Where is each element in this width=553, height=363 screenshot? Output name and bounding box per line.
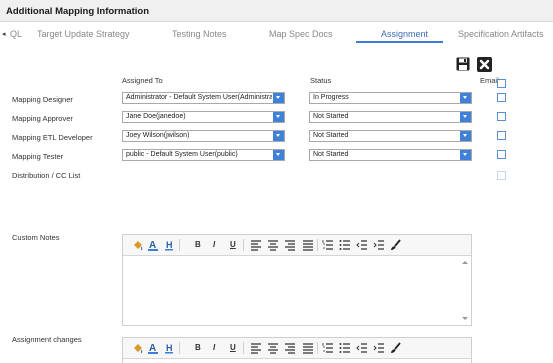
clear-formatting-brush-icon[interactable]	[390, 239, 402, 251]
distribution-cc-email-checkbox[interactable]	[497, 171, 506, 180]
mapping-tester-email-checkbox[interactable]	[497, 150, 506, 159]
scrollbar[interactable]	[459, 256, 471, 326]
row-label-mapping-tester: Mapping Tester	[12, 152, 64, 161]
close-icon[interactable]	[477, 57, 492, 72]
row-label-mapping-approver: Mapping Approver	[12, 114, 73, 123]
mapping-approver-status-select[interactable]: Not Started	[309, 111, 472, 123]
clear-formatting-brush-icon[interactable]	[390, 342, 402, 354]
align-left-icon[interactable]	[250, 342, 262, 354]
italic-button[interactable]: I	[213, 343, 215, 352]
assignment-changes-editor[interactable]: A H B I U	[122, 337, 472, 363]
mapping-etl-developer-assignee-select[interactable]: Joey Wilson(jwilson)	[122, 130, 285, 142]
custom-notes-editor[interactable]: A H B I U	[122, 234, 472, 326]
toolbar-divider	[243, 239, 244, 251]
font-color-icon[interactable]: A	[147, 342, 159, 354]
mapping-designer-status-select[interactable]: In Progress	[309, 92, 472, 104]
email-all-checkbox[interactable]	[497, 79, 506, 88]
tab-specification-artifacts[interactable]: Specification Artifacts	[458, 29, 544, 39]
active-tab-indicator	[356, 41, 443, 43]
highlight-icon[interactable]: H	[163, 239, 175, 251]
assignment-changes-label: Assignment changes	[12, 335, 82, 344]
mapping-etl-developer-status-select[interactable]: Not Started	[309, 130, 472, 142]
page-title: Additional Mapping Information	[6, 6, 150, 17]
tab-testing-notes[interactable]: Testing Notes	[172, 29, 227, 39]
toolbar-divider	[317, 239, 318, 251]
align-left-icon[interactable]	[250, 239, 262, 251]
assignment-changes-toolbar: A H B I U	[123, 338, 471, 359]
chevron-down-icon	[460, 112, 471, 122]
align-justify-icon[interactable]	[302, 239, 314, 251]
chevron-down-icon	[460, 131, 471, 141]
numbered-list-icon[interactable]	[322, 342, 334, 354]
toolbar-divider	[179, 342, 180, 354]
custom-notes-label: Custom Notes	[12, 233, 60, 242]
paint-bucket-icon[interactable]	[132, 342, 144, 354]
align-right-icon[interactable]	[284, 342, 296, 354]
toolbar-divider	[179, 239, 180, 251]
font-color-icon[interactable]: A	[147, 239, 159, 251]
italic-button[interactable]: I	[213, 240, 215, 249]
outdent-icon[interactable]	[356, 342, 368, 354]
save-icon[interactable]	[456, 57, 470, 71]
tab-strip: ◂ QL Target Update Strategy Testing Note…	[0, 26, 553, 44]
mapping-designer-email-checkbox[interactable]	[497, 93, 506, 102]
indent-icon[interactable]	[373, 239, 385, 251]
bold-button[interactable]: B	[195, 240, 201, 249]
assigned-to-header: Assigned To	[122, 76, 163, 85]
tab-assignment[interactable]: Assignment	[381, 29, 428, 39]
row-label-mapping-designer: Mapping Designer	[12, 95, 73, 104]
chevron-down-icon	[273, 93, 284, 103]
chevron-down-icon	[273, 112, 284, 122]
underline-button[interactable]: U	[230, 343, 236, 352]
scroll-up-icon[interactable]	[462, 261, 468, 264]
tab-map-spec-docs[interactable]: Map Spec Docs	[269, 29, 333, 39]
align-justify-icon[interactable]	[302, 342, 314, 354]
svg-text:H: H	[166, 343, 173, 353]
chevron-down-icon	[273, 131, 284, 141]
tab-target-update-strategy[interactable]: Target Update Strategy	[37, 29, 130, 39]
tab-scroll-left-icon[interactable]: ◂	[2, 30, 6, 38]
tab-ql[interactable]: QL	[10, 29, 22, 39]
toolbar-divider	[317, 342, 318, 354]
highlight-icon[interactable]: H	[163, 342, 175, 354]
mapping-approver-email-checkbox[interactable]	[497, 112, 506, 121]
mapping-tester-status-select[interactable]: Not Started	[309, 149, 472, 161]
chevron-down-icon	[460, 150, 471, 160]
outdent-icon[interactable]	[356, 239, 368, 251]
bold-button[interactable]: B	[195, 343, 201, 352]
row-label-mapping-etl-developer: Mapping ETL Developer	[12, 133, 93, 142]
mapping-approver-assignee-select[interactable]: Jane Doe(janedoe)	[122, 111, 285, 123]
mapping-tester-assignee-select[interactable]: public - Default System User(public)	[122, 149, 285, 161]
indent-icon[interactable]	[373, 342, 385, 354]
chevron-down-icon	[273, 150, 284, 160]
align-right-icon[interactable]	[284, 239, 296, 251]
custom-notes-toolbar: A H B I U	[123, 235, 471, 256]
scroll-down-icon[interactable]	[462, 317, 468, 320]
mapping-etl-developer-email-checkbox[interactable]	[497, 131, 506, 140]
svg-text:H: H	[166, 240, 173, 250]
row-label-distribution-cc-list: Distribution / CC List	[12, 171, 81, 180]
paint-bucket-icon[interactable]	[132, 239, 144, 251]
bullet-list-icon[interactable]	[339, 342, 351, 354]
status-header: Status	[310, 76, 332, 85]
align-center-icon[interactable]	[267, 239, 279, 251]
chevron-down-icon	[460, 93, 471, 103]
align-center-icon[interactable]	[267, 342, 279, 354]
numbered-list-icon[interactable]	[322, 239, 334, 251]
custom-notes-text-area[interactable]	[123, 256, 471, 326]
underline-button[interactable]: U	[230, 240, 236, 249]
mapping-designer-assignee-select[interactable]: Administrator - Default System User(Admi…	[122, 92, 285, 104]
bullet-list-icon[interactable]	[339, 239, 351, 251]
header-bar: Additional Mapping Information	[0, 0, 553, 22]
email-header: Email	[480, 76, 499, 85]
toolbar-divider	[243, 342, 244, 354]
